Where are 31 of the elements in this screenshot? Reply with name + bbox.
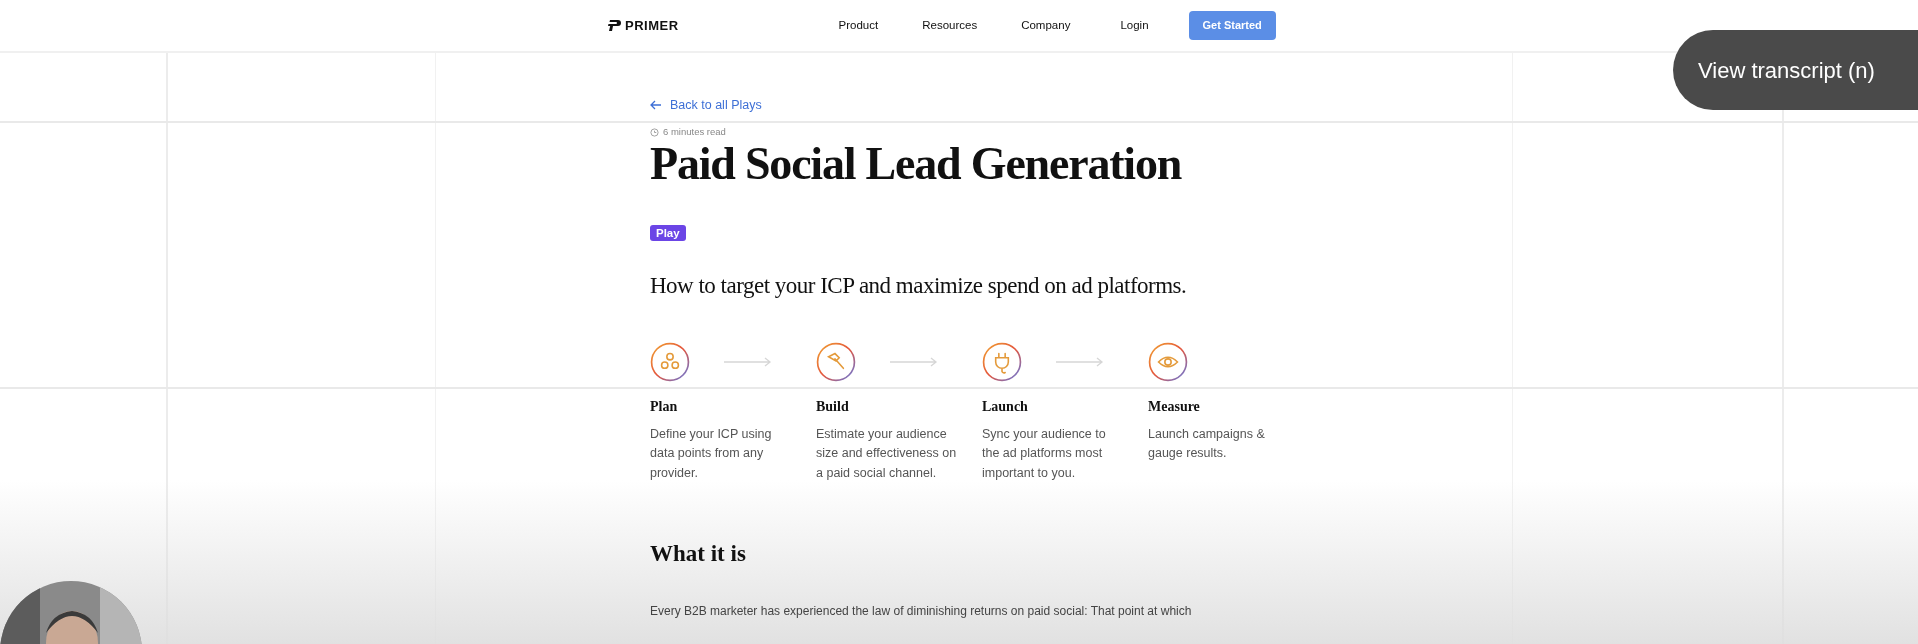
section-heading: What it is	[650, 540, 747, 568]
arrow-right-icon	[890, 356, 938, 367]
logo-text: PRIMER	[625, 16, 679, 35]
step-title: Build	[816, 397, 850, 416]
step-description: Launch campaigns & gauge results.	[1148, 425, 1266, 463]
plug-icon	[982, 341, 1022, 382]
nav-link[interactable]: Product	[838, 16, 879, 35]
hammer-icon	[816, 341, 856, 382]
read-time: 6 minutes read	[663, 125, 726, 139]
view-transcript-button[interactable]: View transcript (n)	[1673, 30, 1918, 110]
logo-icon	[608, 20, 621, 31]
nav-link[interactable]: Login	[1120, 16, 1149, 35]
step-description: Sync your audience to the ad platforms most important to you.	[982, 425, 1107, 482]
subtitle: How to target your ICP and maximize spend on ad platforms.	[650, 272, 1188, 300]
arrow-right-icon	[1056, 356, 1104, 367]
arrow-right-icon	[724, 356, 772, 367]
step-description: Estimate your audience size and effectiveness on a paid social channel.	[816, 425, 958, 482]
nav-link[interactable]: Company	[1021, 16, 1071, 35]
step-title: Launch	[982, 397, 1029, 416]
page-title: Paid Social Lead Generation	[650, 141, 1183, 188]
paragraph: Every B2B marketer has experienced the law of diminishing returns on paid social: That point at which	[650, 602, 1193, 620]
tag-label: Play	[650, 225, 686, 242]
step-title: Measure	[1148, 397, 1201, 416]
arrow-left-icon	[650, 100, 662, 110]
nodes-icon	[650, 341, 690, 382]
step-description: Define your ICP using data points from any provider.	[650, 425, 773, 482]
clock-icon	[650, 127, 659, 137]
back-link[interactable]: Back to all Plays	[650, 95, 762, 115]
step-title: Plan	[650, 397, 679, 416]
nav-link[interactable]: Resources	[922, 16, 978, 35]
eye-icon	[1148, 341, 1188, 382]
